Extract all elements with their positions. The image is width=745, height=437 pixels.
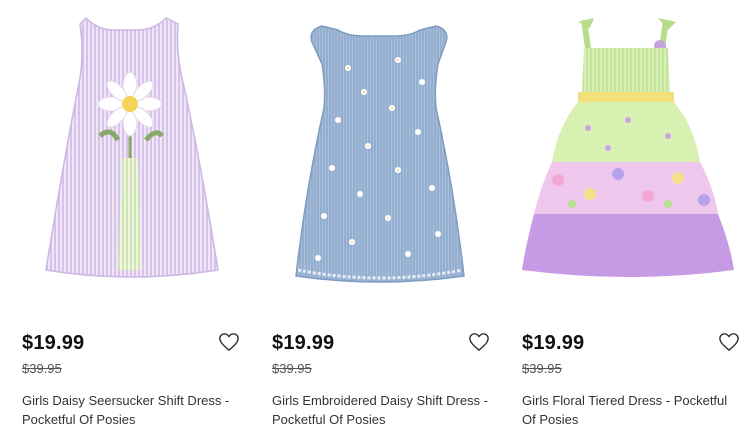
product-name-link[interactable]: Girls Embroidered Daisy Shift Dress - Po… [272,391,494,429]
original-price: $39.95 [22,361,62,376]
original-price: $39.95 [522,361,562,376]
product-name-link[interactable]: Girls Daisy Seersucker Shift Dress - Poc… [22,391,244,429]
product-image-embroidered-daisy-dress[interactable] [268,8,492,292]
product-card: $19.99 $39.95 Girls Daisy Seersucker Shi… [18,0,258,437]
product-grid: $19.99 $39.95 Girls Daisy Seersucker Shi… [0,0,745,437]
sale-price: $19.99 [522,332,585,354]
product-image-floral-tiered-dress[interactable] [518,8,742,292]
product-image-daisy-seersucker-dress[interactable] [18,8,242,292]
heart-icon[interactable] [718,332,740,352]
product-card: $19.99 $39.95 Girls Floral Tiered Dress … [518,0,745,437]
original-price: $39.95 [272,361,312,376]
heart-icon[interactable] [468,332,490,352]
product-name-link[interactable]: Girls Floral Tiered Dress - Pocketful Of… [522,391,744,429]
product-card: $19.99 $39.95 Girls Embroidered Daisy Sh… [268,0,508,437]
sale-price: $19.99 [272,332,335,354]
sale-price: $19.99 [22,332,85,354]
heart-icon[interactable] [218,332,240,352]
